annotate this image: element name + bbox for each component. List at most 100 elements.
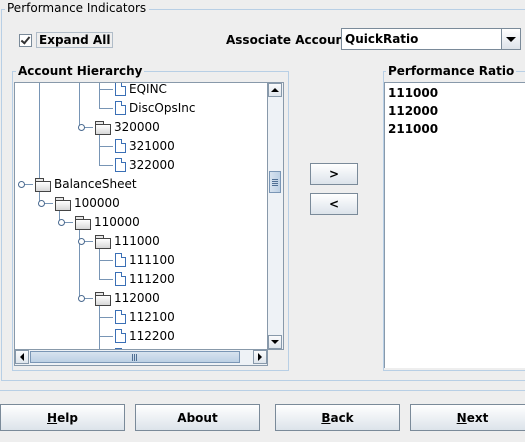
tree-connector-stub [99, 336, 113, 337]
folder-icon [95, 120, 111, 135]
next-label: ext [466, 410, 489, 425]
footer-divider [0, 390, 525, 391]
tree-node[interactable]: 111000 [95, 232, 160, 250]
file-icon [115, 310, 126, 324]
file-icon [115, 253, 126, 267]
tree-node-label: 111000 [114, 234, 160, 248]
chevron-down-icon[interactable] [501, 29, 520, 49]
tree-connector-line [79, 83, 80, 127]
tree-node[interactable]: 100000 [55, 194, 120, 212]
tree-horizontal-scrollbar[interactable] [14, 350, 268, 366]
scroll-down-icon[interactable] [268, 335, 282, 349]
scroll-left-icon[interactable] [15, 350, 29, 364]
account-hierarchy-tree[interactable]: EQINC DiscOpsInc 320000 321000 322000 Balance… [14, 82, 268, 350]
folder-icon [95, 234, 111, 249]
folder-icon [95, 291, 111, 306]
expand-toggle-icon[interactable] [58, 219, 65, 226]
tree-node-label: EQINC [129, 82, 167, 96]
file-icon [115, 101, 126, 115]
tree-node[interactable]: BalanceSheet [35, 175, 137, 193]
tree-node[interactable]: EQINC [115, 82, 167, 98]
horizontal-scroll-thumb[interactable] [30, 351, 240, 363]
file-icon [115, 329, 126, 343]
tree-node-label: 110000 [94, 215, 140, 229]
vertical-scroll-thumb[interactable] [269, 171, 281, 193]
folder-icon [35, 177, 51, 192]
tree-connector-line [79, 222, 80, 298]
tree-node[interactable]: 112100 [115, 308, 175, 326]
tree-node-label: DiscOpsInc [129, 101, 196, 115]
about-button[interactable]: About [135, 404, 260, 431]
grip-line [136, 354, 137, 361]
tree-connector-stub [99, 89, 113, 90]
next-button[interactable]: Next [410, 404, 525, 431]
tree-connector-line [39, 83, 40, 184]
expand-toggle-icon[interactable] [78, 124, 85, 131]
grip-line [272, 179, 278, 180]
ratio-list-item[interactable]: 112000 [388, 104, 438, 118]
expand-all-checkbox[interactable]: Expand All [19, 32, 114, 48]
tree-node[interactable]: 321000 [115, 137, 175, 155]
associate-account-value: QuickRatio [345, 32, 419, 46]
tree-node[interactable]: 112200 [115, 327, 175, 345]
add-ratio-button[interactable]: > [310, 163, 358, 185]
next-mnemonic: N [456, 410, 467, 425]
tree-node-label: 322000 [129, 158, 175, 172]
grip-line [272, 185, 278, 186]
tree-node[interactable]: 111200 [115, 270, 175, 288]
back-mnemonic: B [321, 410, 331, 425]
expand-toggle-icon[interactable] [38, 200, 45, 207]
tree-node-label: 111200 [129, 272, 175, 286]
tree-node-label: 112200 [129, 329, 175, 343]
tree-vertical-scrollbar[interactable] [268, 82, 284, 350]
ratio-list-item[interactable]: 211000 [388, 122, 438, 136]
help-label: elp [57, 410, 78, 425]
expand-all-label[interactable]: Expand All [36, 32, 114, 48]
tree-connector-stub [99, 260, 113, 261]
folder-icon [75, 215, 91, 230]
grip-line [132, 354, 133, 361]
help-button[interactable]: Help [0, 404, 125, 431]
tree-connector-stub [99, 317, 113, 318]
tree-connector-stub [99, 108, 113, 109]
tree-node-label: 111100 [129, 253, 175, 267]
tree-node-label: 320000 [114, 120, 160, 134]
back-button[interactable]: Back [275, 404, 400, 431]
grip-line [272, 181, 278, 182]
tree-node[interactable]: 322000 [115, 156, 175, 174]
tree-node-label: 112100 [129, 310, 175, 324]
tree-node[interactable]: 110000 [75, 213, 140, 231]
scroll-up-icon[interactable] [268, 83, 282, 97]
scroll-right-icon[interactable] [253, 350, 267, 364]
file-icon [115, 83, 126, 96]
file-icon [115, 158, 126, 172]
panel-title: Performance Indicators [5, 1, 150, 15]
expand-toggle-icon[interactable] [18, 181, 25, 188]
tree-connector-line [99, 83, 100, 108]
performance-ratio-list[interactable]: 111000 112000 211000 [384, 82, 525, 368]
folder-icon [55, 196, 71, 211]
about-label: bout [186, 410, 218, 425]
about-label-start: A [177, 410, 187, 425]
expand-toggle-icon[interactable] [78, 295, 85, 302]
tree-node-label: BalanceSheet [54, 177, 137, 191]
file-icon [115, 272, 126, 286]
grip-line [272, 183, 278, 184]
performance-ratio-title: Performance Ratio [386, 64, 517, 78]
back-label: ack [330, 410, 354, 425]
associate-account-dropdown[interactable]: QuickRatio [341, 28, 521, 50]
ratio-list-item[interactable]: 111000 [388, 86, 438, 100]
tree-node[interactable]: 111100 [115, 251, 175, 269]
tree-node-label: 100000 [74, 196, 120, 210]
remove-ratio-button[interactable]: < [310, 193, 358, 215]
tree-connector-stub [99, 279, 113, 280]
tree-node[interactable]: 112000 [95, 289, 160, 307]
expand-toggle-icon[interactable] [78, 238, 85, 245]
file-icon [115, 139, 126, 153]
tree-node[interactable]: 320000 [95, 118, 160, 136]
tree-node[interactable]: DiscOpsInc [115, 99, 195, 117]
tree-node-label: 321000 [129, 139, 175, 153]
associate-account-label: Associate Account [226, 33, 350, 47]
grip-line [134, 354, 135, 361]
checkbox-checked-icon[interactable] [19, 33, 32, 47]
